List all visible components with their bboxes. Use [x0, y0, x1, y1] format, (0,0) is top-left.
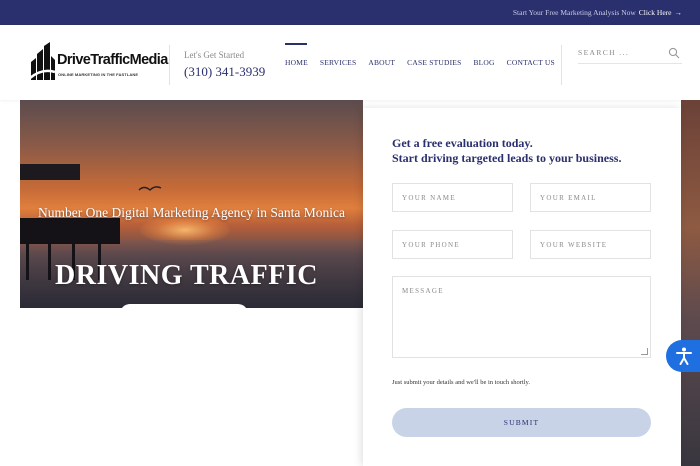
search-placeholder: SEARCH ...	[578, 48, 630, 57]
form-heading-line2: Start driving targeted leads to your bus…	[392, 151, 622, 165]
pier-deck	[20, 218, 120, 244]
accessibility-button[interactable]	[666, 340, 700, 372]
hero-banner: Number One Digital Marketing Agency in S…	[20, 100, 363, 308]
message-field[interactable]: MESSAGE	[392, 276, 651, 358]
nav-services[interactable]: SERVICES	[320, 58, 356, 67]
search-input[interactable]: SEARCH ...	[578, 45, 682, 64]
form-heading: Get a free evaluation today. Start drivi…	[392, 136, 662, 166]
email-placeholder: YOUR EMAIL	[540, 194, 597, 202]
pier-silhouette	[20, 164, 80, 180]
hero-big-text: DRIVING TRAFFIC	[55, 260, 318, 291]
seagull-icon	[138, 186, 162, 191]
resize-handle[interactable]	[641, 348, 648, 355]
submit-button[interactable]: SUBMIT	[392, 408, 651, 437]
building-logo-icon	[29, 42, 56, 80]
arrow-right-icon[interactable]: →	[675, 8, 683, 17]
background-image-edge	[681, 100, 700, 466]
brand-name: DriveTrafficMedia	[57, 52, 168, 68]
header-divider-right	[561, 45, 562, 85]
nav-home[interactable]: HOME	[285, 43, 308, 67]
hero-cta-button[interactable]	[120, 304, 248, 308]
form-heading-line1: Get a free evaluation today.	[392, 136, 533, 150]
brand-tagline: ONLINE MARKETING IN THE FASTLANE	[58, 72, 139, 77]
header-divider	[169, 45, 170, 85]
email-field[interactable]: YOUR EMAIL	[530, 183, 651, 212]
search-icon[interactable]	[668, 47, 680, 59]
nav-case-studies[interactable]: CASE STUDIES	[407, 58, 461, 67]
nav-blog[interactable]: BLOG	[473, 58, 494, 67]
hero-headline: Number One Digital Marketing Agency in S…	[37, 205, 346, 220]
announcement-text: Start Your Free Marketing Analysis Now	[512, 8, 636, 17]
phone-lead: Let's Get Started	[184, 50, 245, 60]
name-placeholder: YOUR NAME	[402, 194, 456, 202]
accessibility-icon	[676, 347, 692, 365]
website-placeholder: YOUR WEBSITE	[540, 241, 608, 249]
click-here-link[interactable]: Click Here	[639, 8, 672, 17]
nav-contact-us[interactable]: CONTACT US	[507, 58, 555, 67]
evaluation-form: Get a free evaluation today. Start drivi…	[363, 108, 681, 466]
website-field[interactable]: YOUR WEBSITE	[530, 230, 651, 259]
phone-block: Let's Get Started (310) 341-3939	[184, 50, 265, 80]
name-field[interactable]: YOUR NAME	[392, 183, 513, 212]
phone-number-link[interactable]: (310) 341-3939	[184, 64, 265, 80]
main-nav: HOME SERVICES ABOUT CASE STUDIES BLOG CO…	[285, 43, 567, 67]
form-note: Just submit your details and we'll be in…	[392, 379, 530, 386]
nav-about[interactable]: ABOUT	[368, 58, 395, 67]
top-announcement-bar: Start Your Free Marketing Analysis Now C…	[0, 0, 700, 25]
phone-placeholder: YOUR PHONE	[402, 241, 460, 249]
message-placeholder: MESSAGE	[402, 287, 444, 295]
site-logo[interactable]: DriveTrafficMedia ONLINE MARKETING IN TH…	[28, 42, 168, 82]
phone-field[interactable]: YOUR PHONE	[392, 230, 513, 259]
site-header: DriveTrafficMedia ONLINE MARKETING IN TH…	[0, 25, 700, 100]
